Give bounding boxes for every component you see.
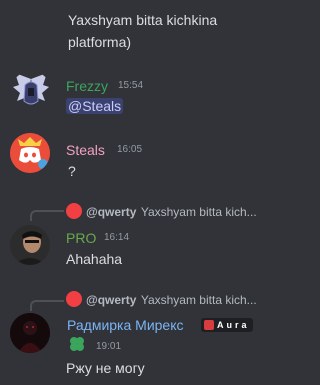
avatar[interactable] — [10, 225, 50, 265]
author-name[interactable]: Радмирка Мирекс — [67, 316, 184, 334]
message-text: ? — [68, 163, 76, 179]
timestamp: 16:05 — [117, 144, 143, 155]
server-tag[interactable]: Aura — [201, 318, 253, 332]
message-text: Ржу не могу — [66, 360, 145, 376]
message-text: Ahahaha — [66, 251, 123, 267]
clover-role-icon — [70, 337, 84, 351]
reply-connector — [30, 210, 64, 221]
reply-connector — [30, 300, 64, 311]
reply-mention[interactable]: @qwerty — [86, 293, 136, 307]
timestamp: 15:54 — [118, 80, 144, 91]
author-name[interactable]: Steals — [66, 141, 105, 159]
message-text: platforma) — [68, 34, 132, 50]
reply-preview[interactable]: @qwerty Yaxshyam bitta kich... — [86, 292, 257, 308]
winged-helmet-icon — [13, 73, 49, 105]
avatar[interactable] — [10, 313, 50, 353]
avatar[interactable] — [11, 71, 51, 111]
reply-text: Yaxshyam bitta kich... — [140, 205, 257, 219]
timestamp: 16:14 — [104, 232, 130, 243]
person-photo — [10, 225, 50, 265]
author-name[interactable]: Frezzy — [66, 77, 108, 95]
user-mention[interactable]: @Steals — [66, 98, 124, 114]
avatar[interactable] — [10, 133, 50, 173]
tag-label: Aura — [217, 320, 250, 330]
message-text: Yaxshyam bitta kichkina — [68, 12, 218, 28]
message-text: @Steals — [66, 97, 124, 115]
reply-text: Yaxshyam bitta kich... — [140, 293, 257, 307]
dark-figure-photo — [10, 313, 50, 353]
discord-mini-icon — [66, 203, 82, 219]
timestamp: 19:01 — [96, 341, 122, 352]
reply-preview[interactable]: @qwerty Yaxshyam bitta kich... — [86, 204, 257, 220]
reply-mention[interactable]: @qwerty — [86, 205, 136, 219]
author-name[interactable]: PRO — [66, 229, 96, 247]
discord-mini-icon — [66, 291, 82, 307]
tag-icon — [204, 320, 214, 330]
discord-logo-icon — [10, 133, 50, 173]
